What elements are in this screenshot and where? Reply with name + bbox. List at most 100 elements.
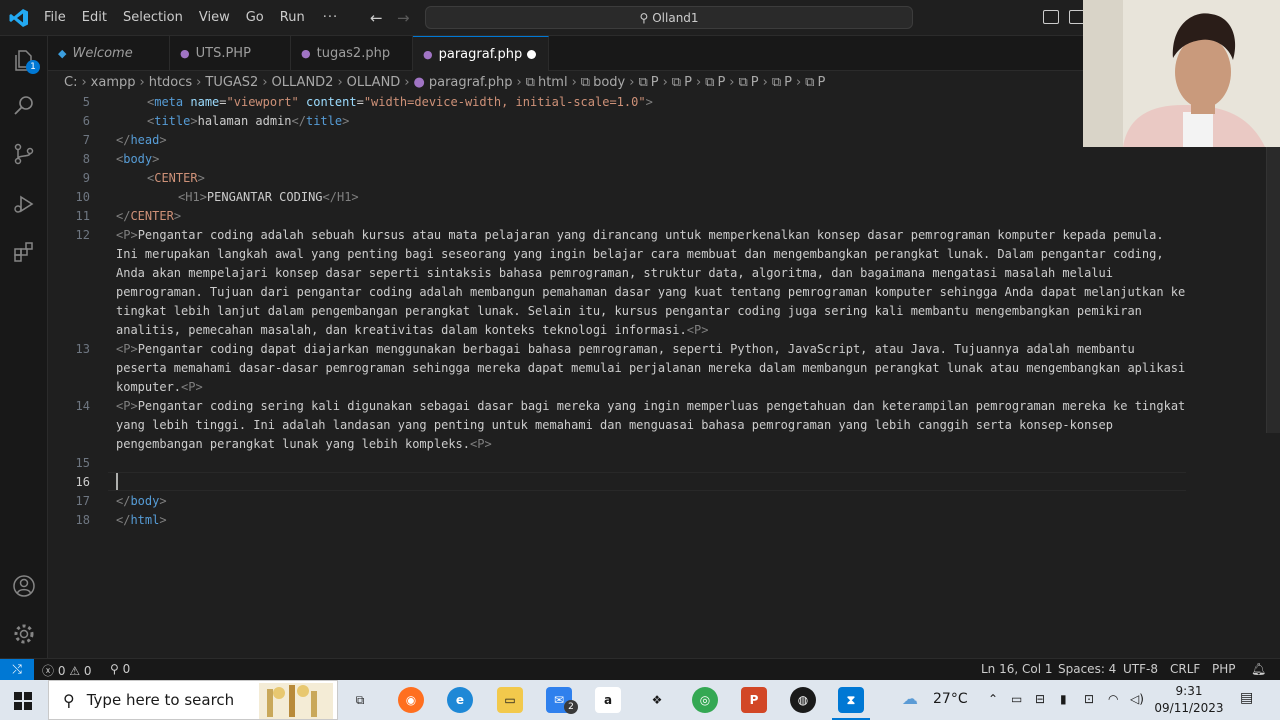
breadcrumb-item[interactable]: OLLAND2 [272, 75, 334, 90]
clock-date: 09/11/2023 [1154, 701, 1224, 715]
back-arrow-icon[interactable]: ← [370, 9, 383, 27]
obs-icon[interactable]: ◍ [790, 687, 816, 713]
vscode-taskbar-icon[interactable]: ⧗ [832, 687, 870, 720]
breadcrumb-item[interactable]: P [784, 75, 792, 90]
code-line[interactable]: </html> [116, 511, 1186, 530]
line-number: 13 [75, 342, 90, 356]
menu-go[interactable]: Go [238, 0, 272, 36]
account-icon[interactable] [12, 574, 36, 598]
code-line[interactable]: <P>Pengantar coding sering kali digunaka… [116, 397, 1186, 454]
code-line[interactable]: </head> [116, 131, 1186, 150]
display-icon[interactable]: ⊟ [1035, 692, 1045, 706]
breadcrumb-item[interactable]: P [817, 75, 825, 90]
menu-view[interactable]: View [191, 0, 238, 36]
code-line[interactable]: </CENTER> [116, 207, 1186, 226]
command-center-search[interactable]: ⚲ Olland1 [425, 6, 913, 29]
weather-icon[interactable]: ☁ [902, 689, 918, 708]
notification-center-icon[interactable]: ▤ [1240, 690, 1253, 706]
tab-label: Welcome [72, 46, 133, 61]
code-line[interactable]: </body> [116, 492, 1186, 511]
line-number: 12 [75, 228, 90, 242]
battery-icon[interactable]: ▭ [1011, 692, 1022, 706]
code-line[interactable]: <meta name="viewport" content="width=dev… [116, 93, 1186, 112]
language-mode[interactable]: PHP [1212, 662, 1236, 676]
search-icon[interactable] [12, 94, 36, 118]
breadcrumb-item[interactable]: P [751, 75, 759, 90]
line-number: 8 [82, 152, 90, 166]
tab-paragraf-php[interactable]: ● paragraf.php [413, 36, 549, 71]
code-line[interactable]: <body> [116, 150, 1186, 169]
line-number: 5 [82, 95, 90, 109]
menu-selection[interactable]: Selection [115, 0, 191, 36]
symbol-element-icon: ⧉ [805, 74, 815, 90]
line-number: 18 [75, 513, 90, 527]
weather-temp[interactable]: 27°C [933, 691, 968, 707]
breadcrumb-item[interactable]: body [593, 75, 625, 90]
text-cursor [116, 473, 118, 490]
code-line[interactable]: <CENTER> [116, 169, 1186, 188]
line-number: 10 [75, 190, 90, 204]
current-line-highlight [108, 472, 1186, 491]
windows-start-icon[interactable] [14, 692, 32, 710]
file-explorer-icon[interactable]: ▭ [497, 687, 523, 713]
error-icon: ⓧ [42, 664, 55, 678]
toggle-sidebar-icon[interactable] [1043, 10, 1059, 24]
code-editor[interactable]: 5 <meta name="viewport" content="width=d… [48, 93, 1280, 658]
breadcrumb-item[interactable]: P [684, 75, 692, 90]
ports-indicator[interactable]: ⚲ 0 [110, 662, 130, 676]
chrome-icon[interactable]: ◎ [692, 687, 718, 713]
webcam-overlay [1083, 0, 1280, 147]
notifications-bell-icon[interactable]: 🔔︎ [1251, 662, 1266, 676]
wifi-icon[interactable]: ◠ [1108, 692, 1118, 706]
microphone-icon[interactable]: ▮ [1060, 692, 1067, 706]
breadcrumb-item[interactable]: paragraf.php [429, 75, 513, 90]
edge-icon[interactable]: e [447, 687, 473, 713]
system-clock[interactable]: 9:31 09/11/2023 [1152, 683, 1226, 717]
end-of-line[interactable]: CRLF [1170, 662, 1200, 676]
code-line[interactable]: <P>Pengantar coding dapat diajarkan meng… [116, 340, 1186, 397]
settings-gear-icon[interactable] [12, 622, 36, 646]
task-view-icon[interactable]: ⧉ [347, 687, 373, 713]
chevron-up-icon[interactable]: ⌃ [988, 692, 998, 706]
indentation[interactable]: Spaces: 4 [1058, 662, 1116, 676]
line-number: 15 [75, 456, 90, 470]
problems-indicator[interactable]: ⓧ 0 ⚠ 0 [42, 662, 92, 679]
tab-welcome[interactable]: ◆ Welcome [48, 36, 170, 71]
encoding[interactable]: UTF-8 [1123, 662, 1158, 676]
run-debug-icon[interactable] [12, 192, 36, 216]
firefox-icon[interactable]: ◉ [398, 687, 424, 713]
code-line[interactable]: <title>halaman admin</title> [116, 112, 1186, 131]
menu-file[interactable]: File [36, 0, 74, 36]
dropbox-icon[interactable]: ❖ [644, 687, 670, 713]
unsaved-dot-icon[interactable] [527, 50, 536, 59]
extensions-icon[interactable] [12, 240, 36, 264]
remote-indicator-icon[interactable]: ⤭ [0, 659, 34, 681]
menu-more[interactable]: ··· [313, 0, 348, 36]
powerpoint-icon[interactable]: P [741, 687, 767, 713]
breadcrumb-item[interactable]: TUGAS2 [205, 75, 258, 90]
volume-icon[interactable]: ◁) [1130, 692, 1144, 706]
source-control-icon[interactable] [12, 142, 36, 166]
tab-tugas2-php[interactable]: ● tugas2.php [291, 36, 413, 71]
cursor-position[interactable]: Ln 16, Col 1 [981, 662, 1053, 676]
taskbar-search[interactable]: ⚲ Type here to search [48, 680, 338, 720]
breadcrumb-item[interactable]: OLLAND [347, 75, 401, 90]
tab-uts-php[interactable]: ● UTS.PHP [170, 36, 291, 71]
breadcrumb-item[interactable]: P [717, 75, 725, 90]
forward-arrow-icon[interactable]: → [397, 9, 410, 27]
menu-edit[interactable]: Edit [74, 0, 115, 36]
breadcrumb-item[interactable]: htdocs [149, 75, 192, 90]
symbol-element-icon: ⧉ [738, 74, 748, 90]
code-line[interactable]: <H1>PENGANTAR CODING</H1> [116, 188, 1186, 207]
breadcrumb-item[interactable]: html [538, 75, 568, 90]
line-number: 6 [82, 114, 90, 128]
breadcrumb-item[interactable]: C: [64, 75, 77, 90]
breadcrumb-item[interactable]: xampp [91, 75, 136, 90]
amazon-icon[interactable]: a [595, 687, 621, 713]
symbol-element-icon: ⧉ [705, 74, 715, 90]
breadcrumb-item[interactable]: P [651, 75, 659, 90]
camera-icon[interactable]: ⊡ [1084, 692, 1094, 706]
menu-run[interactable]: Run [272, 0, 313, 36]
code-line[interactable]: <P>Pengantar coding adalah sebuah kursus… [116, 226, 1186, 340]
activity-bar: 1 [0, 36, 48, 658]
